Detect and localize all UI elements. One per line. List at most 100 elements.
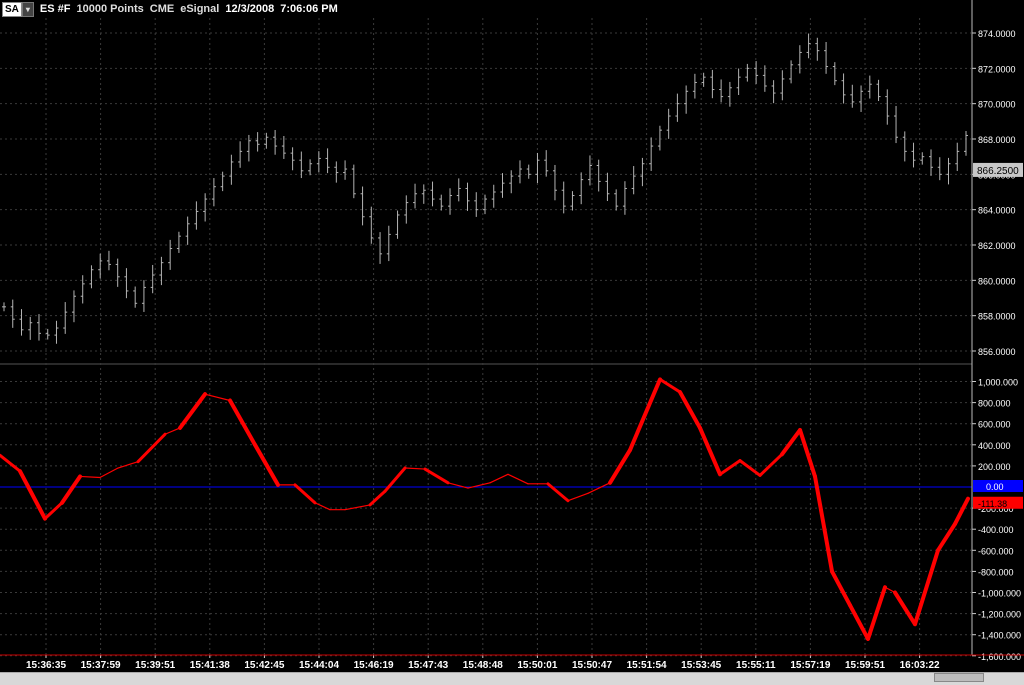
x-tick-label: 15:36:35 xyxy=(26,660,66,671)
price-bar xyxy=(185,216,190,245)
zero-value-label: 0.00 xyxy=(986,482,1004,492)
price-bar xyxy=(832,62,837,86)
price-bar xyxy=(54,320,59,344)
price-bar xyxy=(824,42,829,74)
price-bar xyxy=(80,275,85,304)
price-bar xyxy=(334,161,339,183)
osc-tick-label: -1,200.000 xyxy=(978,610,1021,620)
price-bar xyxy=(491,184,496,208)
oscillator-segment xyxy=(228,398,257,447)
price-bar xyxy=(587,155,592,186)
symbol-label: ES #F xyxy=(39,3,71,15)
price-bar xyxy=(762,65,767,92)
symbol-dropdown-icon[interactable]: ▾ xyxy=(21,1,34,17)
oscillator-segment xyxy=(60,474,82,505)
oscillator-segment xyxy=(489,473,509,484)
price-bar xyxy=(413,183,418,209)
price-tick-label: 874.0000 xyxy=(978,29,1016,39)
horizontal-scrollbar[interactable] xyxy=(0,672,1024,685)
price-bar xyxy=(937,157,942,181)
price-bar xyxy=(150,264,155,294)
x-tick-label: 15:46:19 xyxy=(354,660,394,671)
price-bar xyxy=(71,290,76,323)
price-bar xyxy=(2,302,6,312)
oscillator-segment xyxy=(866,585,887,641)
oscillator-segment xyxy=(567,492,589,502)
price-bar xyxy=(666,108,671,139)
oscillator-segment xyxy=(936,521,957,553)
osc-tick-label: 1,000.000 xyxy=(978,378,1018,388)
price-bar xyxy=(579,172,584,205)
price-bar xyxy=(19,309,24,336)
price-bar xyxy=(929,149,934,176)
x-tick-label: 15:44:04 xyxy=(299,660,339,671)
price-bar xyxy=(141,280,146,312)
price-bar xyxy=(657,125,662,151)
price-bar xyxy=(902,131,907,162)
osc-tick-label: -800.000 xyxy=(978,567,1014,577)
price-bar xyxy=(631,166,636,195)
price-bar xyxy=(640,157,645,187)
price-bar xyxy=(211,178,216,207)
price-bar xyxy=(98,253,103,279)
price-bar xyxy=(876,79,881,102)
price-bar xyxy=(159,256,164,286)
price-bar xyxy=(614,189,619,211)
oscillator-segment xyxy=(423,467,450,485)
x-tick-label: 15:47:43 xyxy=(408,660,448,671)
price-bar xyxy=(789,60,794,84)
price-tick-label: 872.0000 xyxy=(978,64,1016,74)
price-bar xyxy=(483,194,487,215)
price-bar xyxy=(474,192,479,217)
price-bar xyxy=(867,75,872,99)
oscillator-segment xyxy=(117,461,139,469)
price-bar xyxy=(841,73,846,104)
price-bar xyxy=(561,181,566,214)
price-bar xyxy=(946,157,951,185)
oscillator-segment xyxy=(546,482,570,503)
x-tick-label: 15:50:01 xyxy=(517,660,557,671)
oscillator-segment xyxy=(813,474,834,574)
symbol-button[interactable]: SA xyxy=(2,1,22,17)
price-bar xyxy=(360,186,365,226)
oscillator-segment xyxy=(293,483,317,505)
price-bar xyxy=(395,210,400,239)
axes: 856.0000 858.0000 860.0000 862.0000 864.0000… xyxy=(0,0,1024,671)
price-bar xyxy=(684,85,689,114)
x-tick-label: 15:55:11 xyxy=(736,660,776,671)
price-bar xyxy=(911,142,916,168)
price-bar xyxy=(456,178,461,202)
price-bar xyxy=(754,61,759,85)
x-tick-label: 16:03:22 xyxy=(900,660,940,671)
oscillator-segment xyxy=(758,452,784,477)
exchange-label: CME xyxy=(149,3,175,15)
x-tick-label: 15:57:19 xyxy=(790,660,830,671)
price-bar xyxy=(885,89,890,125)
price-bar xyxy=(500,173,505,198)
price-bar xyxy=(719,79,724,103)
oscillator-segment xyxy=(344,504,371,511)
oscillator-segment xyxy=(798,428,817,479)
oscillator-segment xyxy=(913,548,940,627)
x-tick-label: 15:41:38 xyxy=(190,660,230,671)
x-tick-label: 15:53:45 xyxy=(681,660,721,671)
scrollbar-thumb[interactable] xyxy=(934,673,984,682)
osc-tick-label: -1,400.000 xyxy=(978,631,1021,641)
x-tick-label: 15:51:54 xyxy=(627,660,667,671)
price-bar xyxy=(727,81,732,107)
oscillator-segment xyxy=(780,428,802,457)
oscillator-segment xyxy=(164,427,181,435)
price-bar xyxy=(308,159,313,176)
price-bar xyxy=(194,201,199,230)
oscillator-segment xyxy=(253,442,280,487)
osc-tick-label: -1,600.000 xyxy=(978,652,1021,662)
price-bar xyxy=(404,195,409,224)
chart-canvas: 856.0000 858.0000 860.0000 862.0000 864.0000… xyxy=(0,0,1024,671)
price-bar xyxy=(771,80,776,104)
osc-tick-label: 800.000 xyxy=(978,399,1011,409)
price-tick-label: 864.0000 xyxy=(978,206,1016,216)
price-bar xyxy=(10,299,15,328)
osc-tick-label: -400.000 xyxy=(978,525,1014,535)
x-tick-label: 15:59:51 xyxy=(845,660,885,671)
date-label: 12/3/2008 xyxy=(225,3,275,15)
